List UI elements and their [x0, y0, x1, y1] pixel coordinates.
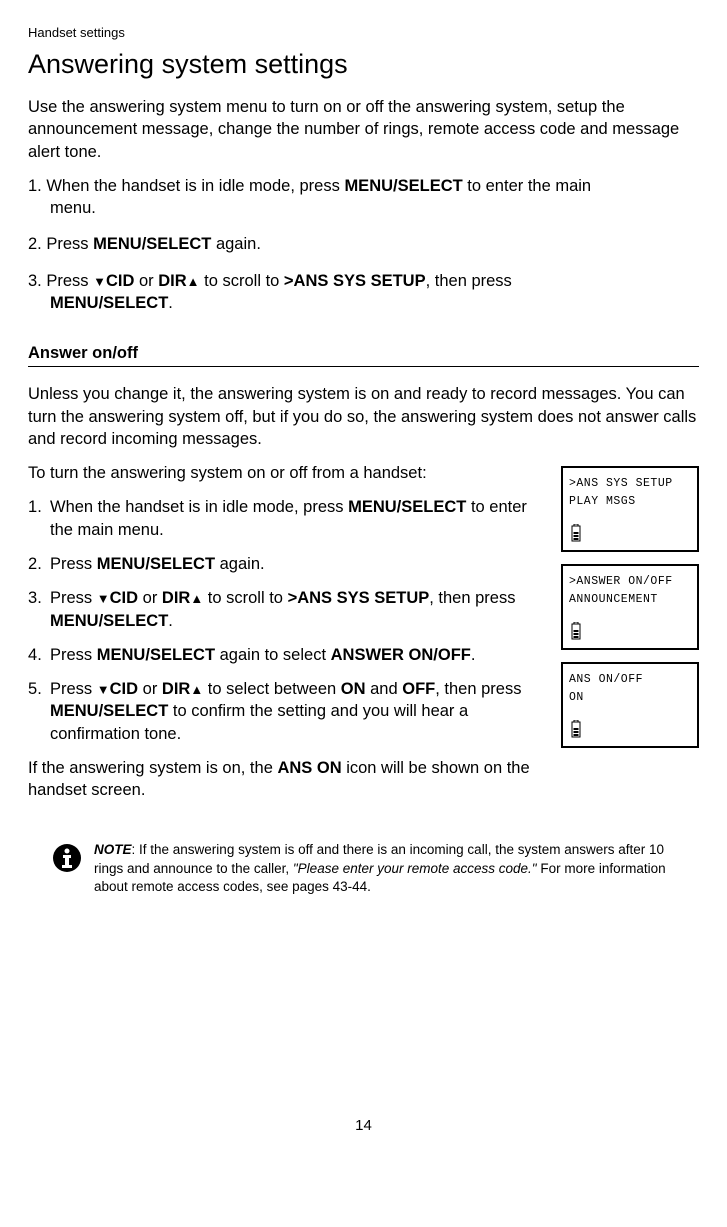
section-heading-answer-onoff: Answer on/off: [28, 342, 699, 364]
text: /SELECT: [99, 702, 169, 720]
text: 3. Press: [28, 272, 93, 290]
text: DIR: [158, 272, 186, 290]
text: to scroll to: [203, 589, 287, 607]
text: OFF: [402, 680, 435, 698]
text: or: [134, 272, 158, 290]
lcd-line: ANNOUNCEMENT: [569, 592, 691, 608]
down-triangle-icon: [93, 272, 106, 290]
note-quote: "Please enter your remote access code.": [293, 861, 537, 876]
up-triangle-icon: [187, 272, 200, 290]
text: 1. When the handset is in idle mode, pre…: [28, 177, 344, 195]
lcd-screen-1: >ANS SYS SETUP PLAY MSGS: [561, 466, 699, 552]
text: , then press: [426, 272, 512, 290]
text: again.: [211, 235, 261, 253]
list-item: When the handset is in idle mode, press …: [28, 496, 549, 541]
text: /SELECT: [99, 612, 169, 630]
list-item: Press CID or DIR to select between ON an…: [28, 678, 549, 745]
text: CID: [106, 272, 134, 290]
list-item: Press MENU/SELECT again.: [28, 553, 549, 575]
steps-list: When the handset is in idle mode, press …: [28, 496, 549, 744]
text: Press: [50, 680, 97, 698]
text: SELECT: [146, 235, 211, 253]
down-triangle-icon: [97, 589, 110, 607]
up-triangle-icon: [190, 680, 203, 698]
text: MENU/: [348, 498, 401, 516]
text: and: [366, 680, 403, 698]
text: , then press: [429, 589, 515, 607]
text: or: [138, 589, 162, 607]
divider: [28, 366, 699, 367]
text: .: [471, 646, 476, 664]
text: Press: [50, 646, 97, 664]
text: When the handset is in idle mode, press: [50, 498, 348, 516]
text: ON: [341, 680, 366, 698]
list-item: Press MENU/SELECT again to select ANSWER…: [28, 644, 549, 666]
text: MENU: [50, 612, 99, 630]
text: SELECT: [398, 177, 463, 195]
text: to scroll to: [200, 272, 284, 290]
step-3: 3. Press CID or DIR to scroll to >ANS SY…: [28, 270, 699, 315]
section2-intro: Unless you change it, the answering syst…: [28, 383, 699, 450]
lcd-line: ANS ON/OFF: [569, 672, 691, 688]
page-header: Handset settings: [28, 24, 699, 42]
closing-paragraph: If the answering system is on, the ANS O…: [28, 757, 549, 802]
lcd-line: >ANSWER ON/OFF: [569, 574, 691, 590]
text: again to select: [215, 646, 331, 664]
info-icon: [52, 843, 82, 873]
note-text: NOTE: If the answering system is off and…: [94, 841, 691, 896]
list-item: Press CID or DIR to scroll to >ANS SYS S…: [28, 587, 549, 632]
text: to select between: [203, 680, 341, 698]
text: >ANS SYS SETUP: [288, 589, 430, 607]
text: 2. Press: [28, 235, 93, 253]
text: , then press: [435, 680, 521, 698]
lcd-line: >ANS SYS SETUP: [569, 476, 691, 492]
step-2: 2. Press MENU/SELECT again.: [28, 233, 699, 255]
lcd-screen-3: ANS ON/OFF ON: [561, 662, 699, 748]
text: MENU: [50, 294, 99, 312]
text: DIR: [162, 589, 190, 607]
page-number: 14: [28, 1116, 699, 1136]
note-block: NOTE: If the answering system is off and…: [52, 841, 691, 896]
text: CID: [110, 589, 138, 607]
text: to enter the main: [463, 177, 591, 195]
text: or: [138, 680, 162, 698]
text: >ANS SYS SETUP: [284, 272, 426, 290]
text: .: [168, 294, 173, 312]
lcd-line: ON: [569, 690, 691, 706]
text: MENU/: [344, 177, 397, 195]
text: again.: [215, 555, 265, 573]
text: CID: [110, 680, 138, 698]
down-triangle-icon: [97, 680, 110, 698]
text: MENU/: [93, 235, 146, 253]
intro-paragraph: Use the answering system menu to turn on…: [28, 96, 699, 163]
up-triangle-icon: [190, 589, 203, 607]
text: If the answering system is on, the: [28, 759, 277, 777]
text: /SELECT: [99, 294, 169, 312]
note-label: NOTE: [94, 842, 132, 857]
text: ANS ON: [277, 759, 341, 777]
battery-icon: [571, 524, 581, 542]
text: /SELECT: [145, 555, 215, 573]
text: menu.: [50, 199, 96, 217]
text: MENU: [50, 702, 99, 720]
battery-icon: [571, 720, 581, 738]
page-title: Answering system settings: [28, 46, 699, 82]
lcd-line: PLAY MSGS: [569, 494, 691, 510]
step-1: 1. When the handset is in idle mode, pre…: [28, 175, 699, 220]
text: DIR: [162, 680, 190, 698]
section2-lead: To turn the answering system on or off f…: [28, 462, 549, 484]
text: /SELECT: [145, 646, 215, 664]
text: .: [168, 612, 173, 630]
text: ANSWER ON/OFF: [331, 646, 471, 664]
text: Press: [50, 555, 97, 573]
text: MENU: [97, 555, 146, 573]
lcd-screen-2: >ANSWER ON/OFF ANNOUNCEMENT: [561, 564, 699, 650]
text: MENU: [97, 646, 146, 664]
text: Press: [50, 589, 97, 607]
battery-icon: [571, 622, 581, 640]
text: SELECT: [401, 498, 466, 516]
